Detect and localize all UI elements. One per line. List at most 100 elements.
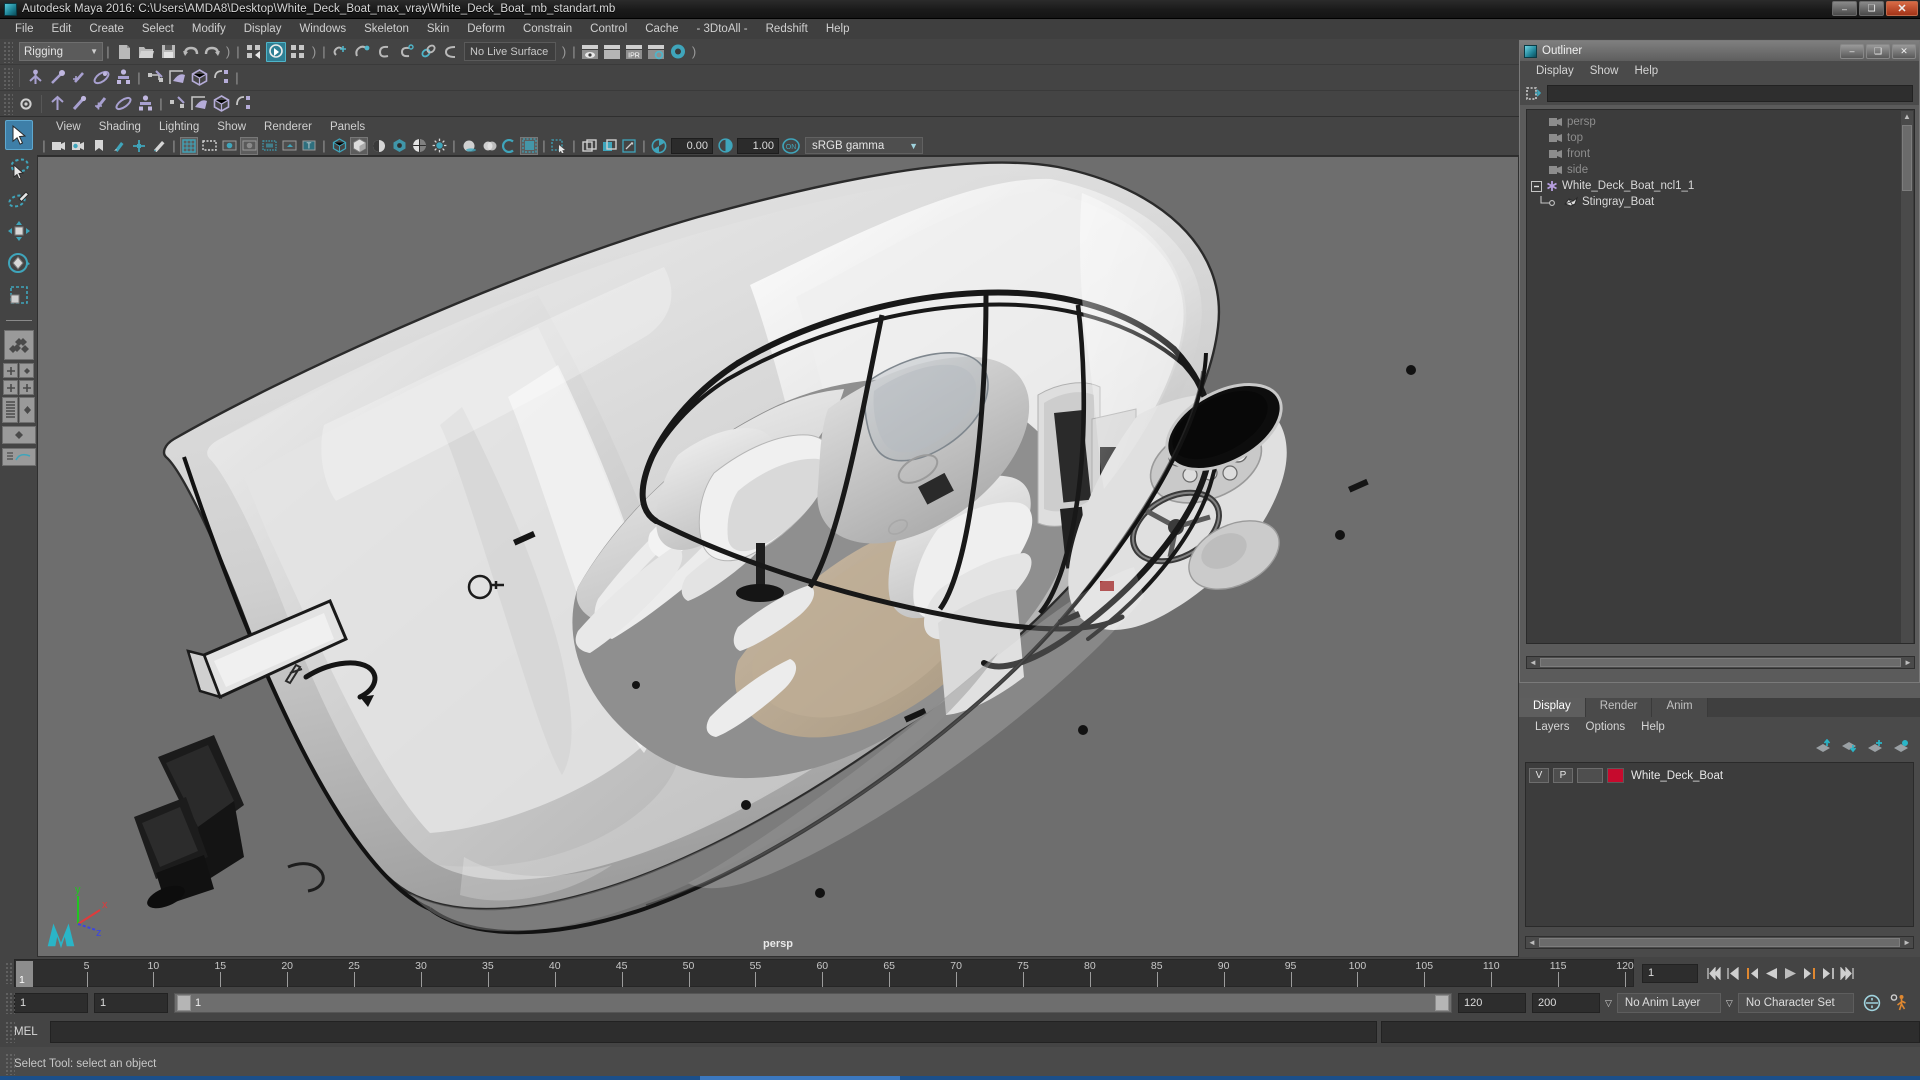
- texture-toggle-icon[interactable]: [390, 137, 408, 155]
- move-layer-down-icon[interactable]: [1841, 739, 1858, 754]
- scale-tool-icon[interactable]: [5, 280, 33, 310]
- new-layer-icon[interactable]: [1867, 739, 1884, 754]
- 3d-viewport[interactable]: persp y x z: [37, 156, 1519, 957]
- range-handle-right[interactable]: [1435, 995, 1449, 1011]
- new-scene-icon[interactable]: [114, 42, 134, 62]
- render-region-icon[interactable]: [602, 42, 622, 62]
- hypershade-icon[interactable]: [668, 42, 688, 62]
- shelf-options-gear-icon[interactable]: [16, 94, 36, 114]
- snap-to-point-icon[interactable]: [374, 42, 394, 62]
- scroll-thumb[interactable]: [1902, 125, 1912, 191]
- ik-spline-handle-icon[interactable]: [69, 68, 89, 88]
- move-tool-icon[interactable]: [5, 216, 33, 246]
- camera-attributes-icon[interactable]: [70, 137, 88, 155]
- current-time-indicator[interactable]: 1: [16, 961, 33, 987]
- outliner-menu-display[interactable]: Display: [1528, 64, 1582, 78]
- ik-handle-tool-icon[interactable]: [47, 68, 67, 88]
- menu-display[interactable]: Display: [235, 21, 291, 37]
- select-tool-icon[interactable]: [4, 120, 33, 150]
- four-view-layout-icon[interactable]: [3, 363, 34, 378]
- select-by-component-icon[interactable]: [288, 42, 308, 62]
- wireframe-icon[interactable]: [330, 137, 348, 155]
- toolbar-grip[interactable]: [5, 1052, 15, 1075]
- bind-skin-icon[interactable]: [135, 94, 155, 114]
- outliner-item-stingray-boat[interactable]: Stingray_Boat: [1527, 194, 1914, 210]
- bookmark-icon[interactable]: [90, 137, 108, 155]
- tab-anim[interactable]: Anim: [1652, 698, 1708, 717]
- outliner-item-white-deck-boat-ncl1-1[interactable]: White_Deck_Boat_ncl1_1: [1527, 178, 1914, 194]
- layer-menu-help[interactable]: Help: [1633, 720, 1673, 734]
- smooth-shade-icon[interactable]: [350, 136, 368, 155]
- outliner-tree[interactable]: persp top front side White_Deck_Boat_ncl…: [1526, 109, 1915, 644]
- go-to-start-icon[interactable]: [1706, 964, 1723, 982]
- gamma-icon[interactable]: [716, 137, 734, 155]
- grease-pencil-icon[interactable]: [150, 137, 168, 155]
- point-constraint-icon[interactable]: [167, 68, 187, 88]
- minimize-button[interactable]: –: [1832, 1, 1857, 16]
- layout-split-b[interactable]: [19, 380, 34, 395]
- anti-alias-icon[interactable]: [500, 137, 518, 155]
- scroll-left-arrow-icon[interactable]: ◄: [1527, 658, 1539, 667]
- xray-joint-mode-icon[interactable]: [600, 137, 618, 155]
- motion-blur-icon[interactable]: [480, 137, 498, 155]
- layout-quad-b[interactable]: [19, 363, 34, 378]
- toolbar-grip[interactable]: [3, 66, 13, 89]
- undo-icon[interactable]: [180, 42, 200, 62]
- create-joint-icon[interactable]: [47, 94, 67, 114]
- toolbar-grip[interactable]: [3, 40, 13, 63]
- parent-constraint-icon[interactable]: [145, 68, 165, 88]
- save-scene-icon[interactable]: [158, 42, 178, 62]
- shadows-icon[interactable]: [430, 137, 448, 155]
- scroll-left-arrow-icon[interactable]: ◄: [1526, 938, 1538, 947]
- grid-toggle-icon[interactable]: [180, 136, 198, 155]
- range-slider-track[interactable]: 1: [174, 993, 1452, 1013]
- animation-preferences-icon[interactable]: [1889, 993, 1909, 1013]
- menu-modify[interactable]: Modify: [183, 21, 235, 37]
- menu-create[interactable]: Create: [80, 21, 133, 37]
- step-back-frame-icon[interactable]: [1744, 964, 1761, 982]
- close-button[interactable]: ✕: [1886, 1, 1918, 16]
- maximize-button[interactable]: ❑: [1859, 1, 1884, 16]
- play-forwards-icon[interactable]: [1782, 964, 1799, 982]
- open-scene-icon[interactable]: [136, 42, 156, 62]
- color-profile-selector[interactable]: sRGB gamma ▼: [805, 137, 923, 154]
- ik-handle-icon[interactable]: [69, 94, 89, 114]
- render-current-frame-icon[interactable]: [580, 42, 600, 62]
- ambient-occlusion-icon[interactable]: [460, 137, 478, 155]
- color-management-toggle[interactable]: ON: [782, 137, 800, 155]
- outliner-item-side[interactable]: side: [1527, 162, 1914, 178]
- scroll-thumb[interactable]: [1539, 938, 1900, 947]
- layout-persp-pane[interactable]: [19, 397, 35, 423]
- layout-quad-a[interactable]: [3, 363, 18, 378]
- outliner-close-button[interactable]: ✕: [1892, 43, 1916, 59]
- use-all-lights-icon[interactable]: [410, 137, 428, 155]
- outliner-persp-layout-icon[interactable]: [2, 397, 35, 423]
- range-end-field[interactable]: 120: [1458, 993, 1526, 1013]
- gamma-field[interactable]: 1.00: [737, 137, 779, 154]
- layer-row[interactable]: V P White_Deck_Boat: [1529, 767, 1910, 784]
- scroll-right-arrow-icon[interactable]: ►: [1901, 938, 1913, 947]
- outliner-item-persp[interactable]: persp: [1527, 114, 1914, 130]
- menu-skin[interactable]: Skin: [418, 21, 458, 37]
- menu-select[interactable]: Select: [133, 21, 183, 37]
- auto-keyframe-icon[interactable]: [1862, 993, 1882, 1013]
- exposure-icon[interactable]: [650, 137, 668, 155]
- graph-editor-layout-icon[interactable]: [1, 448, 36, 466]
- menu-help[interactable]: Help: [817, 21, 859, 37]
- ipr-render-icon[interactable]: IPR: [624, 42, 644, 62]
- xray-active-icon[interactable]: [620, 137, 638, 155]
- outliner-item-front[interactable]: front: [1527, 146, 1914, 162]
- film-gate-icon[interactable]: [200, 137, 218, 155]
- new-layer-from-selected-icon[interactable]: [1893, 739, 1910, 754]
- chevron-down-icon[interactable]: ▽: [1605, 998, 1612, 1009]
- layer-menu-options[interactable]: Options: [1578, 720, 1634, 734]
- toolbar-grip[interactable]: [3, 92, 13, 115]
- step-forward-keyframe-icon[interactable]: [1820, 964, 1837, 982]
- select-by-object-icon[interactable]: [266, 41, 286, 62]
- command-input[interactable]: [49, 1021, 1378, 1043]
- layer-state-toggle[interactable]: [1577, 768, 1603, 783]
- exposure-field[interactable]: 0.00: [671, 137, 713, 154]
- menu-file[interactable]: File: [6, 21, 43, 37]
- layout-split-a[interactable]: [3, 380, 18, 395]
- anim-layer-selector[interactable]: No Anim Layer: [1616, 993, 1721, 1013]
